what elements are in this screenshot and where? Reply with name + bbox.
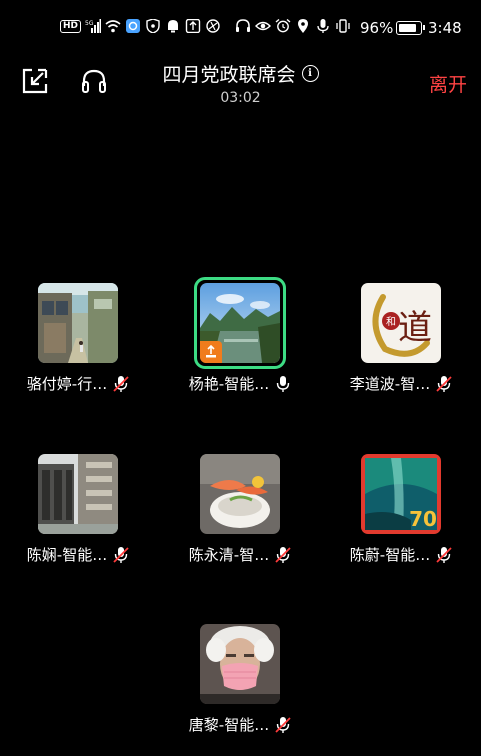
- participant-tile[interactable]: 唐黎-智能…: [185, 624, 295, 735]
- avatar: [200, 624, 280, 704]
- status-icons: HD 5G: [60, 19, 351, 33]
- avatar: [38, 283, 118, 363]
- avatar-number-text: 70: [409, 507, 437, 531]
- info-icon[interactable]: i: [301, 65, 319, 82]
- alarm-icon: [275, 19, 291, 33]
- shield-icon: [145, 19, 161, 33]
- clock: 3:48: [428, 19, 462, 37]
- leave-button[interactable]: 离开: [429, 70, 467, 97]
- participant-tile-active[interactable]: 杨艳-智能…: [185, 277, 295, 394]
- screen-share-badge: [200, 341, 222, 363]
- mic-on-icon: [277, 375, 290, 392]
- signal-label: 5G: [85, 20, 94, 27]
- mic-muted-icon: [436, 546, 452, 563]
- hd-icon: HD: [60, 19, 82, 33]
- avatar: 70: [361, 454, 441, 534]
- qq-browser-icon: [125, 19, 141, 33]
- meeting-header: 四月党政联席会 i 03:02: [0, 60, 481, 106]
- participant-name: 陈蔚-智能…: [349, 546, 431, 564]
- mic-muted-icon: [275, 546, 291, 563]
- participant-name: 李道波-智…: [349, 375, 431, 393]
- eye-icon: [255, 19, 272, 33]
- notification-icon: [165, 19, 181, 33]
- mic-muted-icon: [113, 375, 129, 392]
- battery-percent: 96%: [360, 19, 394, 37]
- participant-tile[interactable]: 和 道 李道波-智…: [346, 283, 456, 394]
- participant-tile[interactable]: 70 陈蔚-智能…: [346, 454, 456, 565]
- vpn-icon: [205, 19, 221, 33]
- mic-muted-icon: [113, 546, 129, 563]
- participant-tile[interactable]: 陈永清-智…: [185, 454, 295, 565]
- location-icon: [295, 19, 311, 33]
- participant-tile[interactable]: 陈娴-智能…: [23, 454, 133, 565]
- status-bar: HD 5G 96% 3:48: [0, 0, 481, 40]
- avatar-seal-text: 和: [386, 316, 396, 328]
- avatar: [38, 454, 118, 534]
- participant-name: 骆付婷-行…: [26, 375, 108, 393]
- avatar-dao-text: 道: [398, 308, 432, 348]
- participant-name: 杨艳-智能…: [188, 375, 270, 393]
- signal-icon: 5G: [85, 19, 102, 33]
- headphones-icon: [235, 19, 251, 33]
- wifi-icon: [105, 19, 121, 33]
- participant-name: 唐黎-智能…: [188, 716, 270, 734]
- mic-muted-icon: [275, 716, 291, 733]
- avatar: [200, 454, 280, 534]
- upload-icon: [185, 19, 201, 33]
- screen-share-icon: [206, 345, 216, 358]
- meeting-timer: 03:02: [220, 90, 261, 106]
- participant-name: 陈永清-智…: [188, 546, 270, 564]
- participant-name: 陈娴-智能…: [26, 546, 108, 564]
- avatar: 和 道: [361, 283, 441, 363]
- meeting-title: 四月党政联席会: [162, 64, 296, 86]
- battery-icon: [396, 21, 425, 35]
- mic-status-icon: [315, 19, 331, 33]
- participant-tile[interactable]: 骆付婷-行…: [23, 283, 133, 394]
- mic-muted-icon: [436, 375, 452, 392]
- vibrate-icon: [335, 19, 351, 33]
